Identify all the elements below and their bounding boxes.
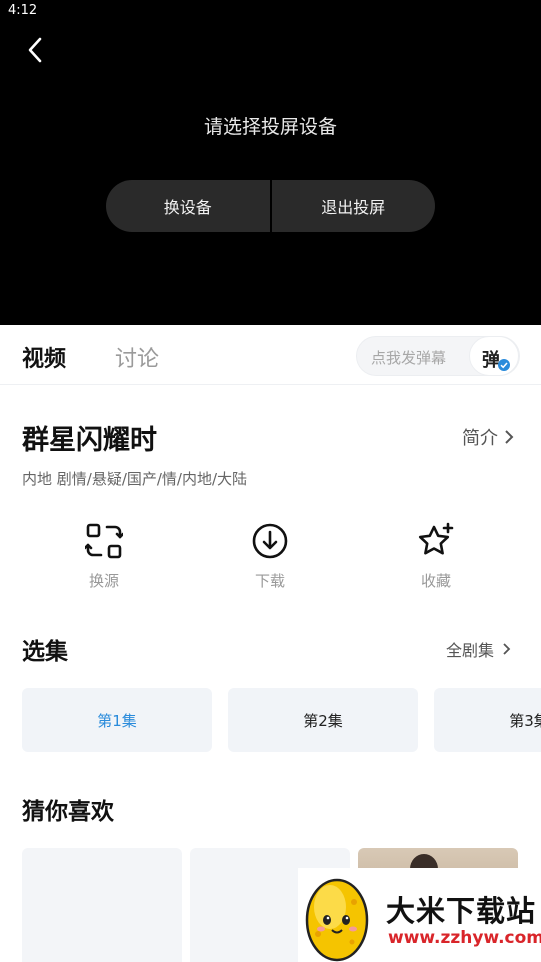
tab-video[interactable]: 视频	[22, 341, 66, 373]
favorite-button[interactable]: 收藏	[386, 518, 486, 591]
show-title: 群星闪耀时	[22, 425, 157, 456]
switch-source-icon	[85, 523, 123, 559]
download-label: 下载	[254, 572, 285, 590]
episode-item-3[interactable]: 第3集	[434, 688, 541, 752]
episode-item-1[interactable]: 第1集	[22, 688, 212, 752]
back-button[interactable]	[20, 34, 52, 66]
app-screen: 4:12 请选择投屏设备 换设备 退出投屏 视频 讨论 点我发弹幕 弹 群星闪耀…	[0, 0, 541, 962]
all-episodes-link[interactable]: 全剧集	[446, 637, 511, 661]
watermark-title: 大米下载站	[386, 894, 537, 928]
episode-list: 第1集 第2集 第3集	[22, 688, 541, 752]
switch-source-label: 换源	[88, 572, 119, 590]
chevron-right-icon	[505, 430, 514, 444]
video-player[interactable]: 4:12 请选择投屏设备 换设备 退出投屏	[0, 0, 541, 325]
danmu-placeholder: 点我发弹幕	[371, 349, 447, 367]
danmu-input[interactable]: 点我发弹幕 弹	[356, 336, 520, 376]
intro-link[interactable]: 简介	[462, 424, 514, 450]
favorite-label: 收藏	[420, 572, 451, 590]
danmu-toggle-button[interactable]: 弹	[469, 336, 519, 376]
download-icon	[252, 523, 288, 559]
download-button[interactable]: 下载	[220, 518, 320, 591]
site-watermark: 大米下载站 www.zzhyw.com	[298, 868, 541, 962]
switch-source-button[interactable]: 换源	[54, 518, 154, 591]
action-row: 换源 下载 收藏	[0, 518, 541, 598]
intro-label: 简介	[462, 428, 498, 449]
cast-prompt: 请选择投屏设备	[203, 116, 337, 138]
favorite-star-icon	[418, 522, 454, 555]
tab-discuss[interactable]: 讨论	[115, 341, 159, 373]
cast-button-group: 换设备 退出投屏	[106, 180, 435, 232]
episodes-section-title: 选集	[22, 639, 68, 665]
episode-item-2[interactable]: 第2集	[228, 688, 418, 752]
watermark-url: www.zzhyw.com	[388, 928, 541, 948]
content-tabs: 视频 讨论 点我发弹幕 弹	[0, 325, 541, 385]
egg-mascot-icon	[305, 878, 369, 962]
switch-device-button[interactable]: 换设备	[106, 180, 270, 232]
show-tags: 内地 剧情/悬疑/国产/情/内地/大陆	[22, 470, 248, 488]
all-episodes-label: 全剧集	[446, 641, 495, 660]
recommend-card[interactable]	[22, 848, 182, 962]
exit-cast-button[interactable]: 退出投屏	[272, 180, 436, 232]
recommend-section-title: 猜你喜欢	[22, 799, 114, 825]
chevron-right-icon	[503, 643, 511, 655]
check-badge-icon	[498, 359, 510, 371]
back-arrow-icon	[28, 37, 42, 63]
status-time: 4:12	[8, 3, 38, 18]
